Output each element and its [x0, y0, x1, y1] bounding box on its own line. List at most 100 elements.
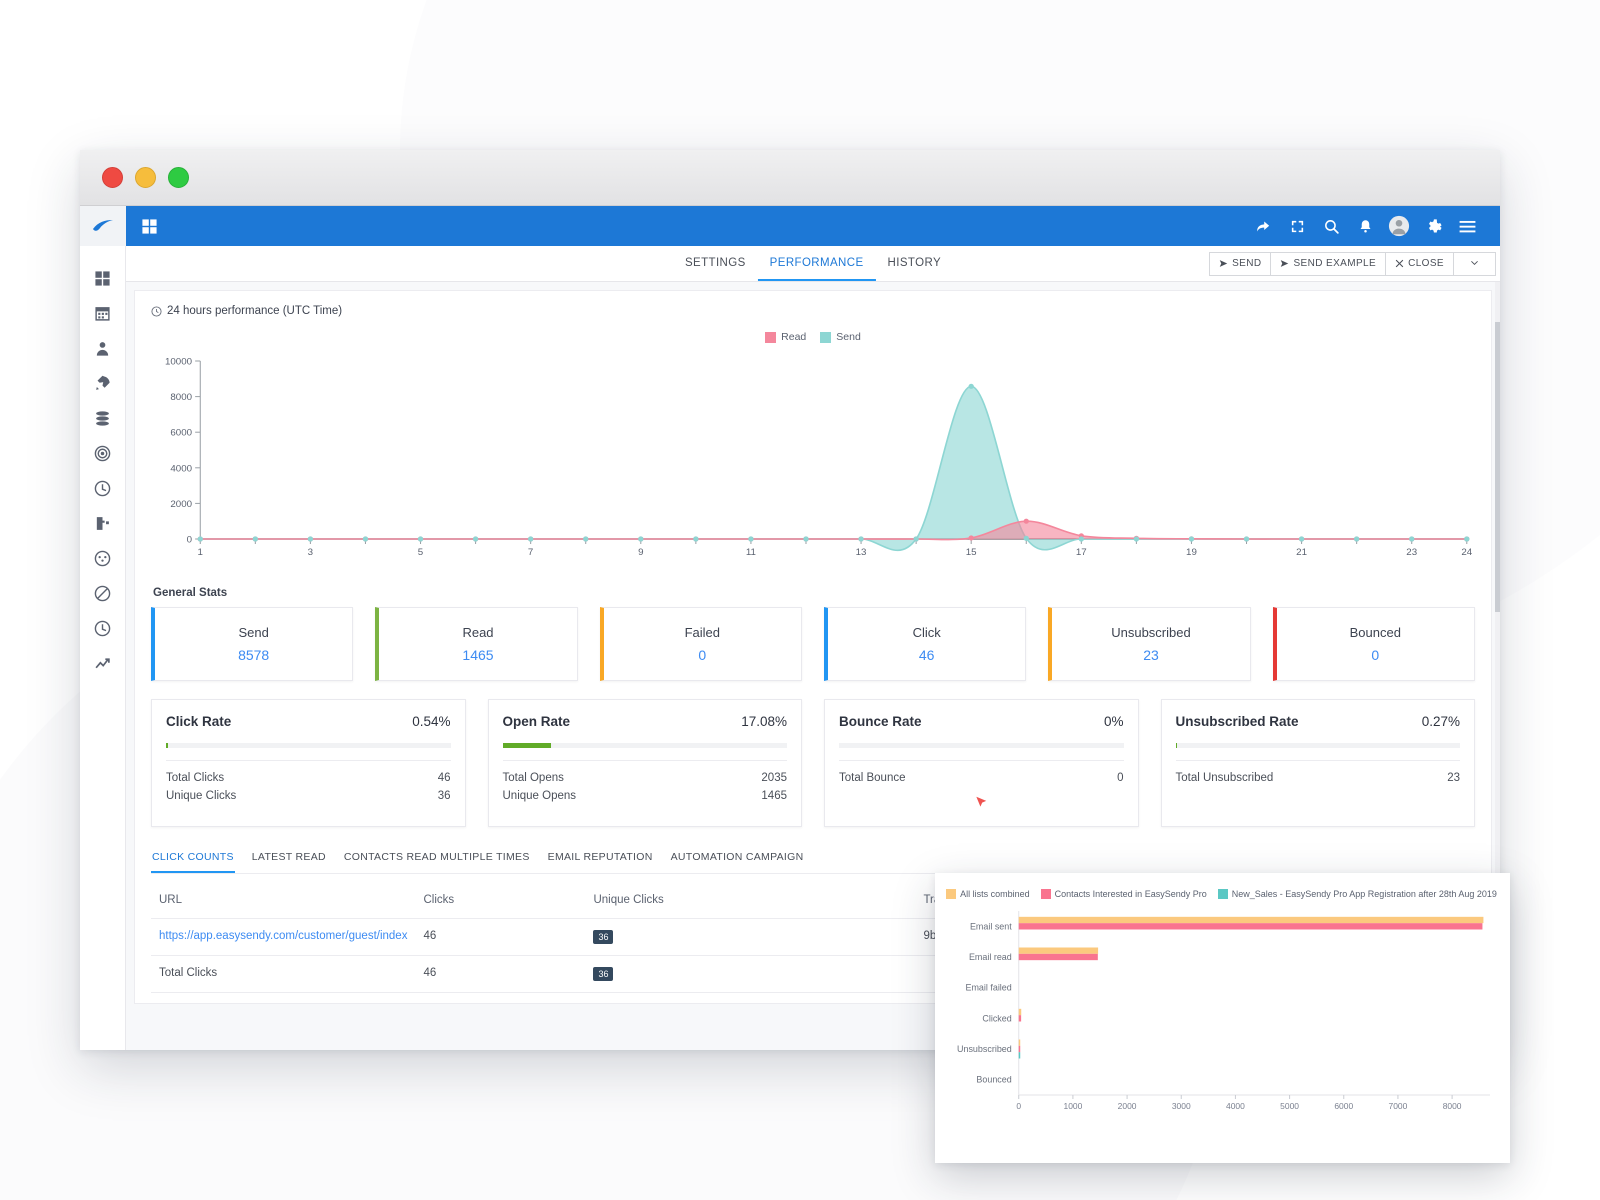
svg-text:4000: 4000 — [170, 463, 192, 474]
rate-detail-value: 36 — [437, 790, 451, 802]
close-button-label: CLOSE — [1408, 258, 1444, 269]
popup-bar-chart: 0 1000 2000 3000 4000 5000 6000 7000 8000 Email s… — [947, 907, 1496, 1117]
tab-history[interactable]: HISTORY — [876, 246, 954, 281]
tab-contacts-read-multiple-times[interactable]: CONTACTS READ MULTIPLE TIMES — [343, 845, 531, 873]
performance-section-title: 24 hours performance (UTC Time) — [151, 305, 1475, 317]
rate-detail-value: 2035 — [761, 772, 787, 784]
fullscreen-icon[interactable] — [1280, 209, 1314, 243]
avatar[interactable] — [1382, 209, 1416, 243]
sidebar-item-calendar[interactable] — [93, 303, 113, 323]
svg-text:8000: 8000 — [1443, 1101, 1462, 1111]
bell-icon[interactable] — [1348, 209, 1382, 243]
stat-card-send[interactable]: Send 8578 — [151, 607, 354, 681]
close-button[interactable]: CLOSE — [1385, 251, 1454, 276]
rate-detail-row: Total Clicks 46 — [166, 769, 451, 787]
tab-email-reputation[interactable]: EMAIL REPUTATION — [547, 845, 654, 873]
chart-legend: Read Send — [151, 331, 1475, 343]
rate-detail-row: Total Opens 2035 — [503, 769, 788, 787]
sidebar-item-campaigns[interactable] — [93, 373, 113, 393]
legend-item-all-lists[interactable]: All lists combined — [946, 889, 1030, 899]
sidebar-item-schedule[interactable] — [93, 478, 113, 498]
send-example-button[interactable]: SEND EXAMPLE — [1270, 251, 1387, 276]
window-minimize-button[interactable] — [135, 167, 156, 188]
send-button[interactable]: SEND — [1209, 251, 1272, 276]
stat-card-unsubscribed[interactable]: Unsubscribed 23 — [1048, 607, 1251, 681]
stat-value: 23 — [1143, 647, 1159, 663]
column-header-unique-clicks[interactable]: Unique Clicks — [585, 880, 916, 919]
stat-value: 1465 — [462, 647, 494, 663]
rate-percent: 17.08% — [741, 714, 787, 729]
url-link[interactable]: https://app.easysendy.com/customer/guest… — [159, 930, 407, 942]
tab-performance[interactable]: PERFORMANCE — [757, 246, 876, 281]
window-maximize-button[interactable] — [168, 167, 189, 188]
tab-automation-campaign[interactable]: AUTOMATION CAMPAIGN — [670, 845, 805, 873]
stat-value: 0 — [698, 647, 707, 663]
sidebar-item-contacts[interactable] — [93, 338, 113, 358]
window-titlebar — [80, 150, 1500, 206]
hamburger-menu-icon[interactable] — [1450, 209, 1484, 243]
more-actions-button[interactable] — [1453, 251, 1496, 276]
total-unique-clicks-badge: 36 — [593, 967, 614, 981]
sidebar-item-integrations[interactable] — [93, 513, 113, 533]
divider — [166, 760, 451, 761]
svg-text:Email sent: Email sent — [970, 921, 1012, 931]
tab-settings[interactable]: SETTINGS — [673, 246, 758, 281]
rate-name: Bounce Rate — [839, 714, 922, 729]
apps-grid-icon[interactable] — [138, 215, 160, 237]
sidebar-item-reports[interactable] — [93, 653, 113, 673]
tab-latest-read[interactable]: LATEST READ — [251, 845, 327, 873]
cell-unique-clicks: 36 — [585, 918, 916, 956]
legend-item-contacts-interested[interactable]: Contacts Interested in EasySendy Pro — [1040, 889, 1207, 899]
stat-title: Send — [238, 625, 269, 640]
rate-percent: 0.27% — [1421, 714, 1460, 729]
rate-detail-label: Total Bounce — [839, 772, 906, 784]
rate-header: Click Rate 0.54% — [166, 714, 451, 729]
legend-swatch-read — [765, 331, 777, 343]
sidebar-item-analytics[interactable] — [93, 548, 113, 568]
rate-progress-bar — [839, 743, 1124, 748]
legend-item-send[interactable]: Send — [820, 331, 861, 343]
legend-label-contacts-interested: Contacts Interested in EasySendy Pro — [1054, 889, 1207, 899]
stat-card-bounced[interactable]: Bounced 0 — [1272, 607, 1475, 681]
scrollbar-thumb[interactable] — [1495, 322, 1500, 612]
rate-detail-value: 1465 — [761, 790, 787, 802]
rate-detail-label: Total Opens — [502, 772, 564, 784]
sidebar-item-dashboard[interactable] — [93, 268, 113, 288]
rate-detail-value: 46 — [437, 772, 451, 784]
rate-detail-label: Unique Clicks — [166, 790, 237, 802]
svg-text:10000: 10000 — [165, 357, 192, 368]
rate-header: Bounce Rate 0% — [839, 714, 1124, 729]
sidebar-item-lists[interactable] — [93, 408, 113, 428]
tab-click-counts[interactable]: CLICK COUNTS — [151, 845, 235, 873]
svg-text:6000: 6000 — [170, 428, 192, 439]
column-header-url[interactable]: URL — [151, 880, 416, 919]
window-close-button[interactable] — [102, 167, 123, 188]
stat-title: Click — [912, 625, 941, 640]
legend-item-read[interactable]: Read — [765, 331, 806, 343]
rate-progress-bar — [502, 743, 787, 748]
svg-text:21: 21 — [1296, 547, 1307, 558]
svg-text:5: 5 — [418, 547, 423, 558]
search-icon[interactable] — [1314, 209, 1348, 243]
share-icon[interactable] — [1246, 209, 1280, 243]
cell-total-unique-clicks: 36 — [585, 955, 916, 993]
legend-item-new-sales[interactable]: New_Sales - EasySendy Pro App Registrati… — [1217, 889, 1497, 899]
stat-card-read[interactable]: Read 1465 — [375, 607, 578, 681]
rate-percent: 0.54% — [412, 714, 451, 729]
divider — [502, 760, 787, 761]
clock-icon — [151, 305, 162, 317]
sidebar-item-targeting[interactable] — [93, 443, 113, 463]
svg-text:13: 13 — [856, 547, 867, 558]
cell-clicks: 46 — [415, 918, 586, 956]
stat-card-failed[interactable]: Failed 0 — [599, 607, 802, 681]
chevron-down-icon — [1471, 261, 1478, 265]
column-header-clicks[interactable]: Clicks — [415, 880, 586, 919]
sidebar-item-history[interactable] — [93, 618, 113, 638]
stat-card-click[interactable]: Click 46 — [823, 607, 1027, 681]
svg-text:Email failed: Email failed — [965, 983, 1011, 993]
svg-text:Clicked: Clicked — [982, 1013, 1011, 1023]
gear-icon[interactable] — [1416, 209, 1450, 243]
svg-text:11: 11 — [746, 547, 756, 558]
brand-logo[interactable] — [80, 206, 126, 246]
sidebar-item-blocked[interactable] — [93, 583, 113, 603]
